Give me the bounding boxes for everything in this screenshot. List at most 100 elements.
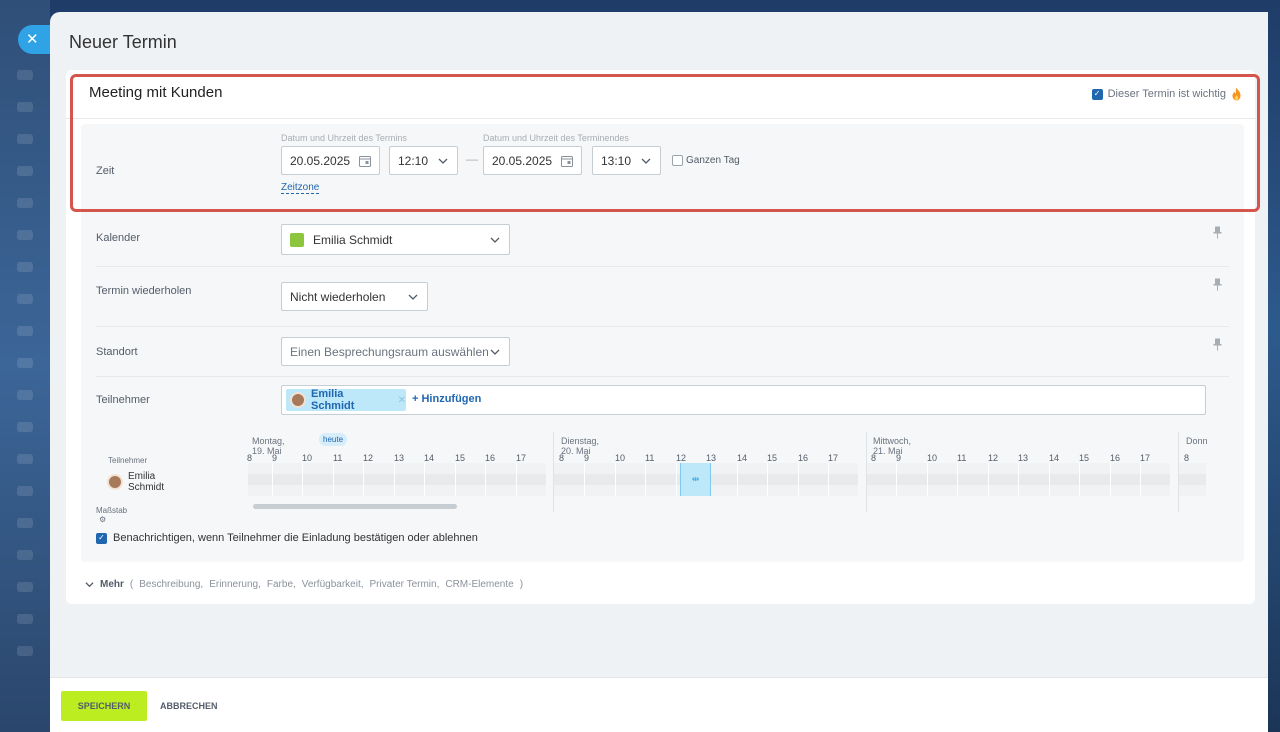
allday-toggle[interactable]: Ganzen Tag: [672, 155, 740, 166]
more-item-description[interactable]: Beschreibung,: [139, 579, 203, 590]
allday-checkbox[interactable]: [672, 155, 683, 166]
cancel-button[interactable]: ABBRECHEN: [160, 691, 218, 721]
pin-icon[interactable]: [1213, 226, 1222, 239]
attendees-label: Teilnehmer: [96, 394, 150, 406]
background-sidebar: [0, 0, 50, 732]
hour-gridline: [1079, 463, 1080, 496]
start-date-input[interactable]: 20.05.2025: [281, 146, 380, 175]
hour-gridline: [828, 463, 829, 496]
today-badge: heute: [319, 433, 348, 446]
hour-gridline: [1049, 463, 1050, 496]
drag-handle-icon[interactable]: ⇹: [692, 474, 700, 485]
start-date-value: 20.05.2025: [290, 153, 351, 168]
calendar-select[interactable]: Emilia Schmidt: [281, 224, 510, 255]
scale-label-text: Maßstab: [96, 506, 128, 515]
more-item-availability[interactable]: Verfügbarkeit,: [302, 579, 364, 590]
hour-label: 15: [767, 453, 778, 463]
rail-item: [17, 518, 33, 528]
hour-label: 8: [559, 453, 565, 463]
hour-label: 8: [1184, 453, 1190, 463]
repeat-value: Nicht wiederholen: [290, 289, 386, 304]
chevron-down-icon: [641, 158, 651, 164]
rail-item: [17, 358, 33, 368]
pin-icon[interactable]: [1213, 338, 1222, 351]
hour-label: 14: [737, 453, 748, 463]
end-date-input[interactable]: 20.05.2025: [483, 146, 582, 175]
chevron-down-icon: [490, 349, 500, 355]
rail-item: [17, 134, 33, 144]
notify-checkbox[interactable]: ✓: [96, 532, 107, 544]
end-date-value: 20.05.2025: [492, 153, 553, 168]
more-item-color[interactable]: Farbe,: [267, 579, 296, 590]
hour-gridline: [645, 463, 646, 496]
attendee-chip[interactable]: Emilia Schmidt ✕: [286, 388, 406, 412]
hour-gridline: [927, 463, 928, 496]
rail-item: [17, 614, 33, 624]
fire-icon: [1232, 87, 1241, 101]
hour-label: 10: [927, 453, 938, 463]
scale-label[interactable]: Maßstab ⚙: [96, 506, 127, 524]
chevron-down-icon: [490, 237, 500, 243]
hour-label: 11: [957, 453, 967, 463]
more-item-reminder[interactable]: Erinnerung,: [209, 579, 261, 590]
hour-label: 12: [363, 453, 374, 463]
hour-label: 10: [615, 453, 626, 463]
hour-label: 13: [1018, 453, 1029, 463]
hour-gridline: [516, 463, 517, 496]
location-select[interactable]: Einen Besprechungsraum auswählen: [281, 337, 510, 366]
rail-item: [17, 390, 33, 400]
hour-label: 17: [1140, 453, 1151, 463]
notify-toggle[interactable]: ✓ Benachrichtigen, wenn Teilnehmer die E…: [96, 532, 478, 544]
rail-item: [17, 326, 33, 336]
important-checkbox[interactable]: ✓: [1091, 88, 1103, 100]
event-name-input[interactable]: Meeting mit Kunden: [89, 84, 222, 101]
repeat-label: Termin wiederholen: [96, 285, 192, 297]
end-time-select[interactable]: 13:10: [592, 146, 661, 175]
gear-icon[interactable]: ⚙: [99, 515, 106, 524]
planner-row-header: Teilnehmer: [108, 456, 148, 465]
location-placeholder: Einen Besprechungsraum auswählen: [290, 344, 489, 359]
planner-scrollbar[interactable]: [253, 504, 457, 509]
hour-gridline: [363, 463, 364, 496]
more-item-private[interactable]: Privater Termin,: [370, 579, 440, 590]
pin-icon[interactable]: [1213, 278, 1222, 291]
hour-label: 12: [988, 453, 999, 463]
hour-label: 15: [455, 453, 466, 463]
avatar: [107, 474, 123, 490]
remove-icon[interactable]: ✕: [398, 395, 406, 406]
save-button[interactable]: SPEICHERN: [61, 691, 147, 721]
rail-item: [17, 102, 33, 112]
rail-item: [17, 582, 33, 592]
hour-label: 10: [302, 453, 313, 463]
hour-label: 11: [645, 453, 655, 463]
day-label-wednesday: Mittwoch, 21. Mai: [873, 436, 912, 456]
avatar: [290, 392, 306, 408]
rail-item: [17, 486, 33, 496]
rail-item: [17, 550, 33, 560]
hour-gridline: [272, 463, 273, 496]
more-item-crm[interactable]: CRM-Elemente: [445, 579, 513, 590]
range-separator: —: [466, 152, 478, 166]
attendees-input[interactable]: Emilia Schmidt ✕ + Hinzufügen: [281, 385, 1206, 415]
selected-time-block[interactable]: ⇹: [680, 463, 711, 496]
event-slider: Neuer Termin Meeting mit Kunden ✓ Dieser…: [50, 12, 1268, 732]
timeline-busy-band: [248, 474, 546, 485]
timezone-link[interactable]: Zeitzone: [281, 182, 320, 194]
planner-person: Emilia Schmidt: [107, 471, 164, 493]
repeat-select[interactable]: Nicht wiederholen: [281, 282, 428, 311]
more-section-toggle[interactable]: Mehr ( Beschreibung, Erinnerung, Farbe, …: [85, 579, 523, 590]
add-attendee-link[interactable]: + Hinzufügen: [412, 393, 481, 405]
rail-item: [17, 422, 33, 432]
calendar-value: Emilia Schmidt: [313, 232, 393, 247]
page-title: Neuer Termin: [69, 32, 177, 52]
day-label-tuesday: Dienstag, 20. Mai: [561, 436, 600, 456]
hour-label: 9: [896, 453, 902, 463]
hour-label: 16: [798, 453, 809, 463]
rail-item: [17, 454, 33, 464]
important-toggle[interactable]: ✓ Dieser Termin ist wichtig: [1091, 87, 1242, 101]
start-time-select[interactable]: 12:10: [389, 146, 458, 175]
hour-label: 9: [272, 453, 278, 463]
footer-bar: SPEICHERN ABBRECHEN: [50, 677, 1268, 732]
hour-label: 15: [1079, 453, 1090, 463]
end-time-value: 13:10: [601, 153, 632, 168]
